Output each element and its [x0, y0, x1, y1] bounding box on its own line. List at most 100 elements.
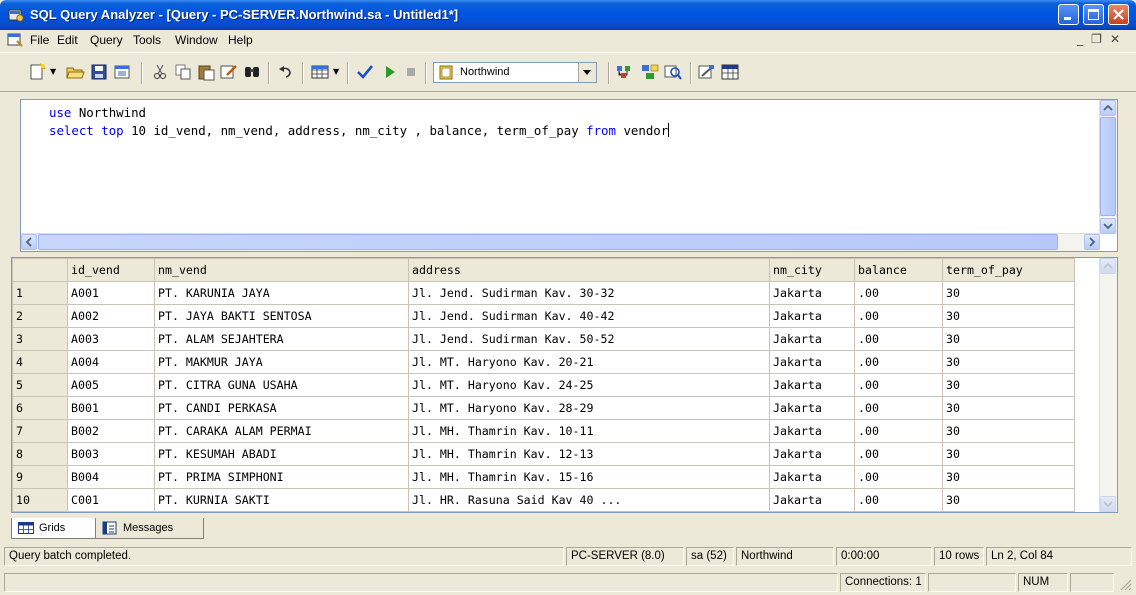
cell-balance[interactable]: .00 — [854, 373, 943, 397]
open-folder-icon[interactable] — [65, 63, 85, 81]
cell-term-of-pay[interactable]: 30 — [942, 327, 1075, 351]
cell-nm-city[interactable]: Jakarta — [769, 327, 855, 351]
cell-id-vend[interactable]: B001 — [67, 396, 155, 420]
cell-row-number[interactable]: 4 — [12, 350, 68, 374]
new-query-dropdown-icon[interactable]: ▼ — [50, 67, 56, 76]
cell-id-vend[interactable]: B002 — [67, 419, 155, 443]
cell-term-of-pay[interactable]: 30 — [942, 442, 1075, 466]
results-mode-dropdown-icon[interactable]: ▼ — [333, 67, 339, 76]
cell-address[interactable]: Jl. MH. Thamrin Kav. 12-13 — [408, 442, 770, 466]
menu-edit[interactable]: Edit — [57, 33, 78, 47]
table-row[interactable]: 7 B002 PT. CARAKA ALAM PERMAI Jl. MH. Thamr… — [12, 419, 1075, 443]
table-row[interactable]: 2 A002 PT. JAYA BAKTI SENTOSA Jl. Jend. Sud… — [12, 304, 1075, 328]
cell-nm-city[interactable]: Jakarta — [769, 396, 855, 420]
cell-nm-city[interactable]: Jakarta — [769, 350, 855, 374]
cell-row-number[interactable]: 5 — [12, 373, 68, 397]
cell-balance[interactable]: .00 — [854, 281, 943, 305]
cell-id-vend[interactable]: A004 — [67, 350, 155, 374]
cell-nm-city[interactable]: Jakarta — [769, 304, 855, 328]
cell-balance[interactable]: .00 — [854, 350, 943, 374]
column-header-balance[interactable]: balance — [854, 258, 943, 282]
undo-icon[interactable] — [276, 63, 296, 81]
cell-address[interactable]: Jl. MH. Thamrin Kav. 15-16 — [408, 465, 770, 489]
cell-nm-vend[interactable]: PT. CARAKA ALAM PERMAI — [154, 419, 409, 443]
scroll-down-button[interactable] — [1100, 218, 1116, 234]
cell-id-vend[interactable]: A003 — [67, 327, 155, 351]
execute-query-icon[interactable] — [380, 63, 400, 81]
cell-nm-city[interactable]: Jakarta — [769, 442, 855, 466]
row-number-header[interactable] — [12, 258, 68, 282]
cell-nm-city[interactable]: Jakarta — [769, 488, 855, 512]
table-row[interactable]: 3 A003 PT. ALAM SEJAHTERA Jl. Jend. Sudirma… — [12, 327, 1075, 351]
show-results-pane-icon[interactable] — [720, 63, 740, 81]
minimize-button[interactable] — [1058, 4, 1079, 25]
cell-term-of-pay[interactable]: 30 — [942, 304, 1075, 328]
column-header-nm-vend[interactable]: nm_vend — [154, 258, 409, 282]
cell-nm-vend[interactable]: PT. KESUMAH ABADI — [154, 442, 409, 466]
mdi-close-button[interactable]: ✕ — [1110, 32, 1128, 46]
cell-row-number[interactable]: 7 — [12, 419, 68, 443]
cell-balance[interactable]: .00 — [854, 327, 943, 351]
column-header-nm-city[interactable]: nm_city — [769, 258, 855, 282]
database-dropdown-button[interactable] — [578, 63, 596, 82]
cell-nm-vend[interactable]: PT. CANDI PERKASA — [154, 396, 409, 420]
cell-nm-city[interactable]: Jakarta — [769, 419, 855, 443]
cell-nm-city[interactable]: Jakarta — [769, 373, 855, 397]
grid-vertical-scrollbar[interactable] — [1099, 258, 1117, 512]
cell-id-vend[interactable]: A005 — [67, 373, 155, 397]
menu-tools[interactable]: Tools — [133, 33, 161, 47]
find-icon[interactable] — [242, 63, 262, 81]
cell-row-number[interactable]: 1 — [12, 281, 68, 305]
scroll-thumb[interactable] — [1100, 117, 1116, 216]
cell-nm-vend[interactable]: PT. KURNIA SAKTI — [154, 488, 409, 512]
cell-balance[interactable]: .00 — [854, 465, 943, 489]
cell-term-of-pay[interactable]: 30 — [942, 373, 1075, 397]
cell-nm-vend[interactable]: PT. ALAM SEJAHTERA — [154, 327, 409, 351]
maximize-button[interactable] — [1083, 4, 1104, 25]
scroll-up-button[interactable] — [1100, 100, 1116, 116]
current-connection-properties-icon[interactable] — [697, 63, 717, 81]
cell-nm-vend[interactable]: PT. KARUNIA JAYA — [154, 281, 409, 305]
cell-address[interactable]: Jl. HR. Rasuna Said Kav 40 ... — [408, 488, 770, 512]
cell-balance[interactable]: .00 — [854, 488, 943, 512]
scroll-thumb[interactable] — [38, 234, 1058, 250]
object-search-icon[interactable] — [663, 63, 683, 81]
cell-id-vend[interactable]: A001 — [67, 281, 155, 305]
cell-nm-city[interactable]: Jakarta — [769, 281, 855, 305]
cell-nm-vend[interactable]: PT. CITRA GUNA USAHA — [154, 373, 409, 397]
cell-address[interactable]: Jl. Jend. Sudirman Kav. 40-42 — [408, 304, 770, 328]
cell-balance[interactable]: .00 — [854, 442, 943, 466]
scroll-up-button[interactable] — [1100, 258, 1116, 274]
close-button[interactable] — [1108, 4, 1129, 25]
cell-balance[interactable]: .00 — [854, 304, 943, 328]
menu-window[interactable]: Window — [175, 33, 218, 47]
cell-row-number[interactable]: 3 — [12, 327, 68, 351]
copy-icon[interactable] — [173, 63, 193, 81]
results-grid-icon[interactable] — [310, 63, 330, 81]
cell-balance[interactable]: .00 — [854, 396, 943, 420]
cell-id-vend[interactable]: B004 — [67, 465, 155, 489]
table-row[interactable]: 4 A004 PT. MAKMUR JAYA Jl. MT. Haryono Kav.… — [12, 350, 1075, 374]
mdi-minimize-button[interactable]: _ — [1077, 32, 1091, 46]
display-estimated-plan-icon[interactable] — [615, 63, 635, 81]
cell-term-of-pay[interactable]: 30 — [942, 419, 1075, 443]
query-document-icon[interactable] — [7, 33, 23, 47]
insert-template-icon[interactable] — [112, 63, 132, 81]
database-select[interactable]: Northwind — [433, 62, 597, 83]
cell-term-of-pay[interactable]: 30 — [942, 488, 1075, 512]
cell-term-of-pay[interactable]: 30 — [942, 465, 1075, 489]
menu-file[interactable]: File — [30, 33, 49, 47]
cell-nm-vend[interactable]: PT. JAYA BAKTI SENTOSA — [154, 304, 409, 328]
table-row[interactable]: 1 A001 PT. KARUNIA JAYA Jl. Jend. Sudirman … — [12, 281, 1075, 305]
cancel-query-icon[interactable] — [401, 63, 421, 81]
title-bar[interactable]: SQL Query Analyzer - [Query - PC-SERVER.… — [0, 0, 1136, 30]
scroll-right-button[interactable] — [1084, 234, 1100, 250]
table-row[interactable]: 9 B004 PT. PRIMA SIMPHONI Jl. MH. Thamrin K… — [12, 465, 1075, 489]
cell-balance[interactable]: .00 — [854, 419, 943, 443]
cell-id-vend[interactable]: A002 — [67, 304, 155, 328]
cell-address[interactable]: Jl. Jend. Sudirman Kav. 30-32 — [408, 281, 770, 305]
cell-term-of-pay[interactable]: 30 — [942, 350, 1075, 374]
cell-row-number[interactable]: 10 — [12, 488, 68, 512]
cell-id-vend[interactable]: B003 — [67, 442, 155, 466]
cell-address[interactable]: Jl. MT. Haryono Kav. 20-21 — [408, 350, 770, 374]
